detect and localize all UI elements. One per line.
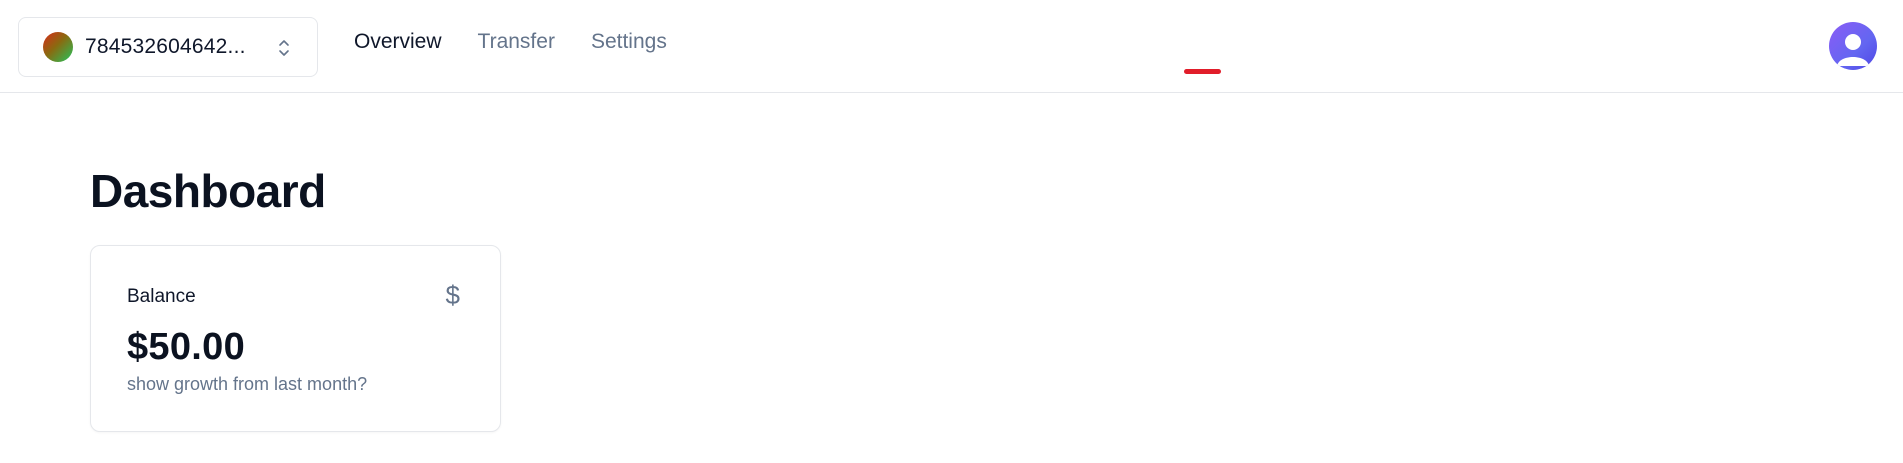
- nav-settings[interactable]: Settings: [591, 30, 667, 54]
- top-nav-bar: 784532604642... Overview Transfer Settin…: [0, 0, 1903, 93]
- balance-label: Balance: [127, 286, 196, 307]
- page-title: Dashboard: [90, 165, 326, 217]
- account-switcher[interactable]: 784532604642...: [18, 17, 318, 77]
- main-nav: Overview Transfer Settings: [354, 30, 667, 54]
- account-avatar: [43, 32, 73, 62]
- account-id: 784532604642...: [85, 35, 246, 58]
- nav-overview[interactable]: Overview: [354, 30, 442, 54]
- balance-card: Balance $ $50.00 show growth from last m…: [90, 245, 501, 432]
- chevron-updown-icon: [279, 40, 289, 56]
- dollar-icon: $: [445, 280, 460, 310]
- red-indicator: [1184, 69, 1221, 74]
- nav-transfer[interactable]: Transfer: [478, 30, 555, 54]
- user-avatar-icon[interactable]: [1829, 22, 1877, 70]
- balance-value: $50.00: [127, 326, 246, 368]
- balance-subtitle: show growth from last month?: [127, 374, 368, 394]
